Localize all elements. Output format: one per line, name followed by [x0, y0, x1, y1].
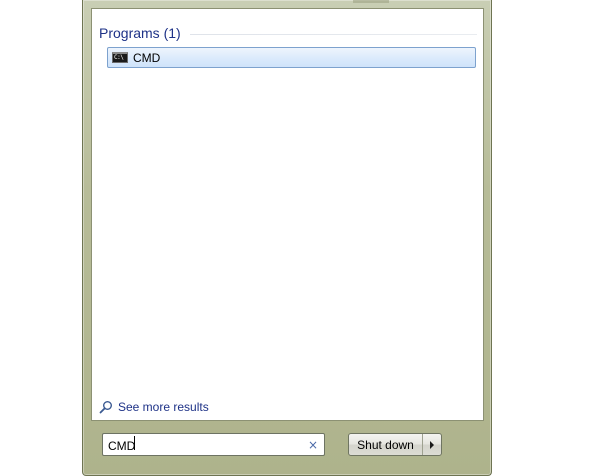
shutdown-button-group: Shut down	[348, 433, 442, 456]
screen: Programs (1) C:\ CMD See more results CM…	[0, 0, 600, 476]
search-input[interactable]: CMD	[108, 435, 304, 454]
group-divider	[189, 33, 477, 35]
shutdown-button[interactable]: Shut down	[349, 434, 423, 455]
results-group-header: Programs (1)	[99, 23, 477, 43]
magnifier-icon	[99, 401, 112, 414]
start-menu: Programs (1) C:\ CMD See more results CM…	[82, 0, 492, 476]
search-box[interactable]: CMD ×	[102, 433, 325, 456]
see-more-label: See more results	[118, 400, 209, 414]
shutdown-options-button[interactable]	[423, 434, 441, 455]
frame-edge	[353, 0, 389, 3]
result-item-cmd[interactable]: C:\ CMD	[107, 47, 476, 68]
command-prompt-icon: C:\	[112, 52, 128, 63]
search-results-pane: Programs (1) C:\ CMD See more results	[91, 8, 484, 421]
group-title: Programs (1)	[99, 25, 181, 41]
see-more-results-link[interactable]: See more results	[99, 399, 209, 415]
result-item-label: CMD	[133, 50, 161, 65]
arrow-right-icon	[430, 440, 434, 449]
text-caret	[134, 435, 136, 450]
clear-search-icon[interactable]: ×	[304, 436, 322, 454]
